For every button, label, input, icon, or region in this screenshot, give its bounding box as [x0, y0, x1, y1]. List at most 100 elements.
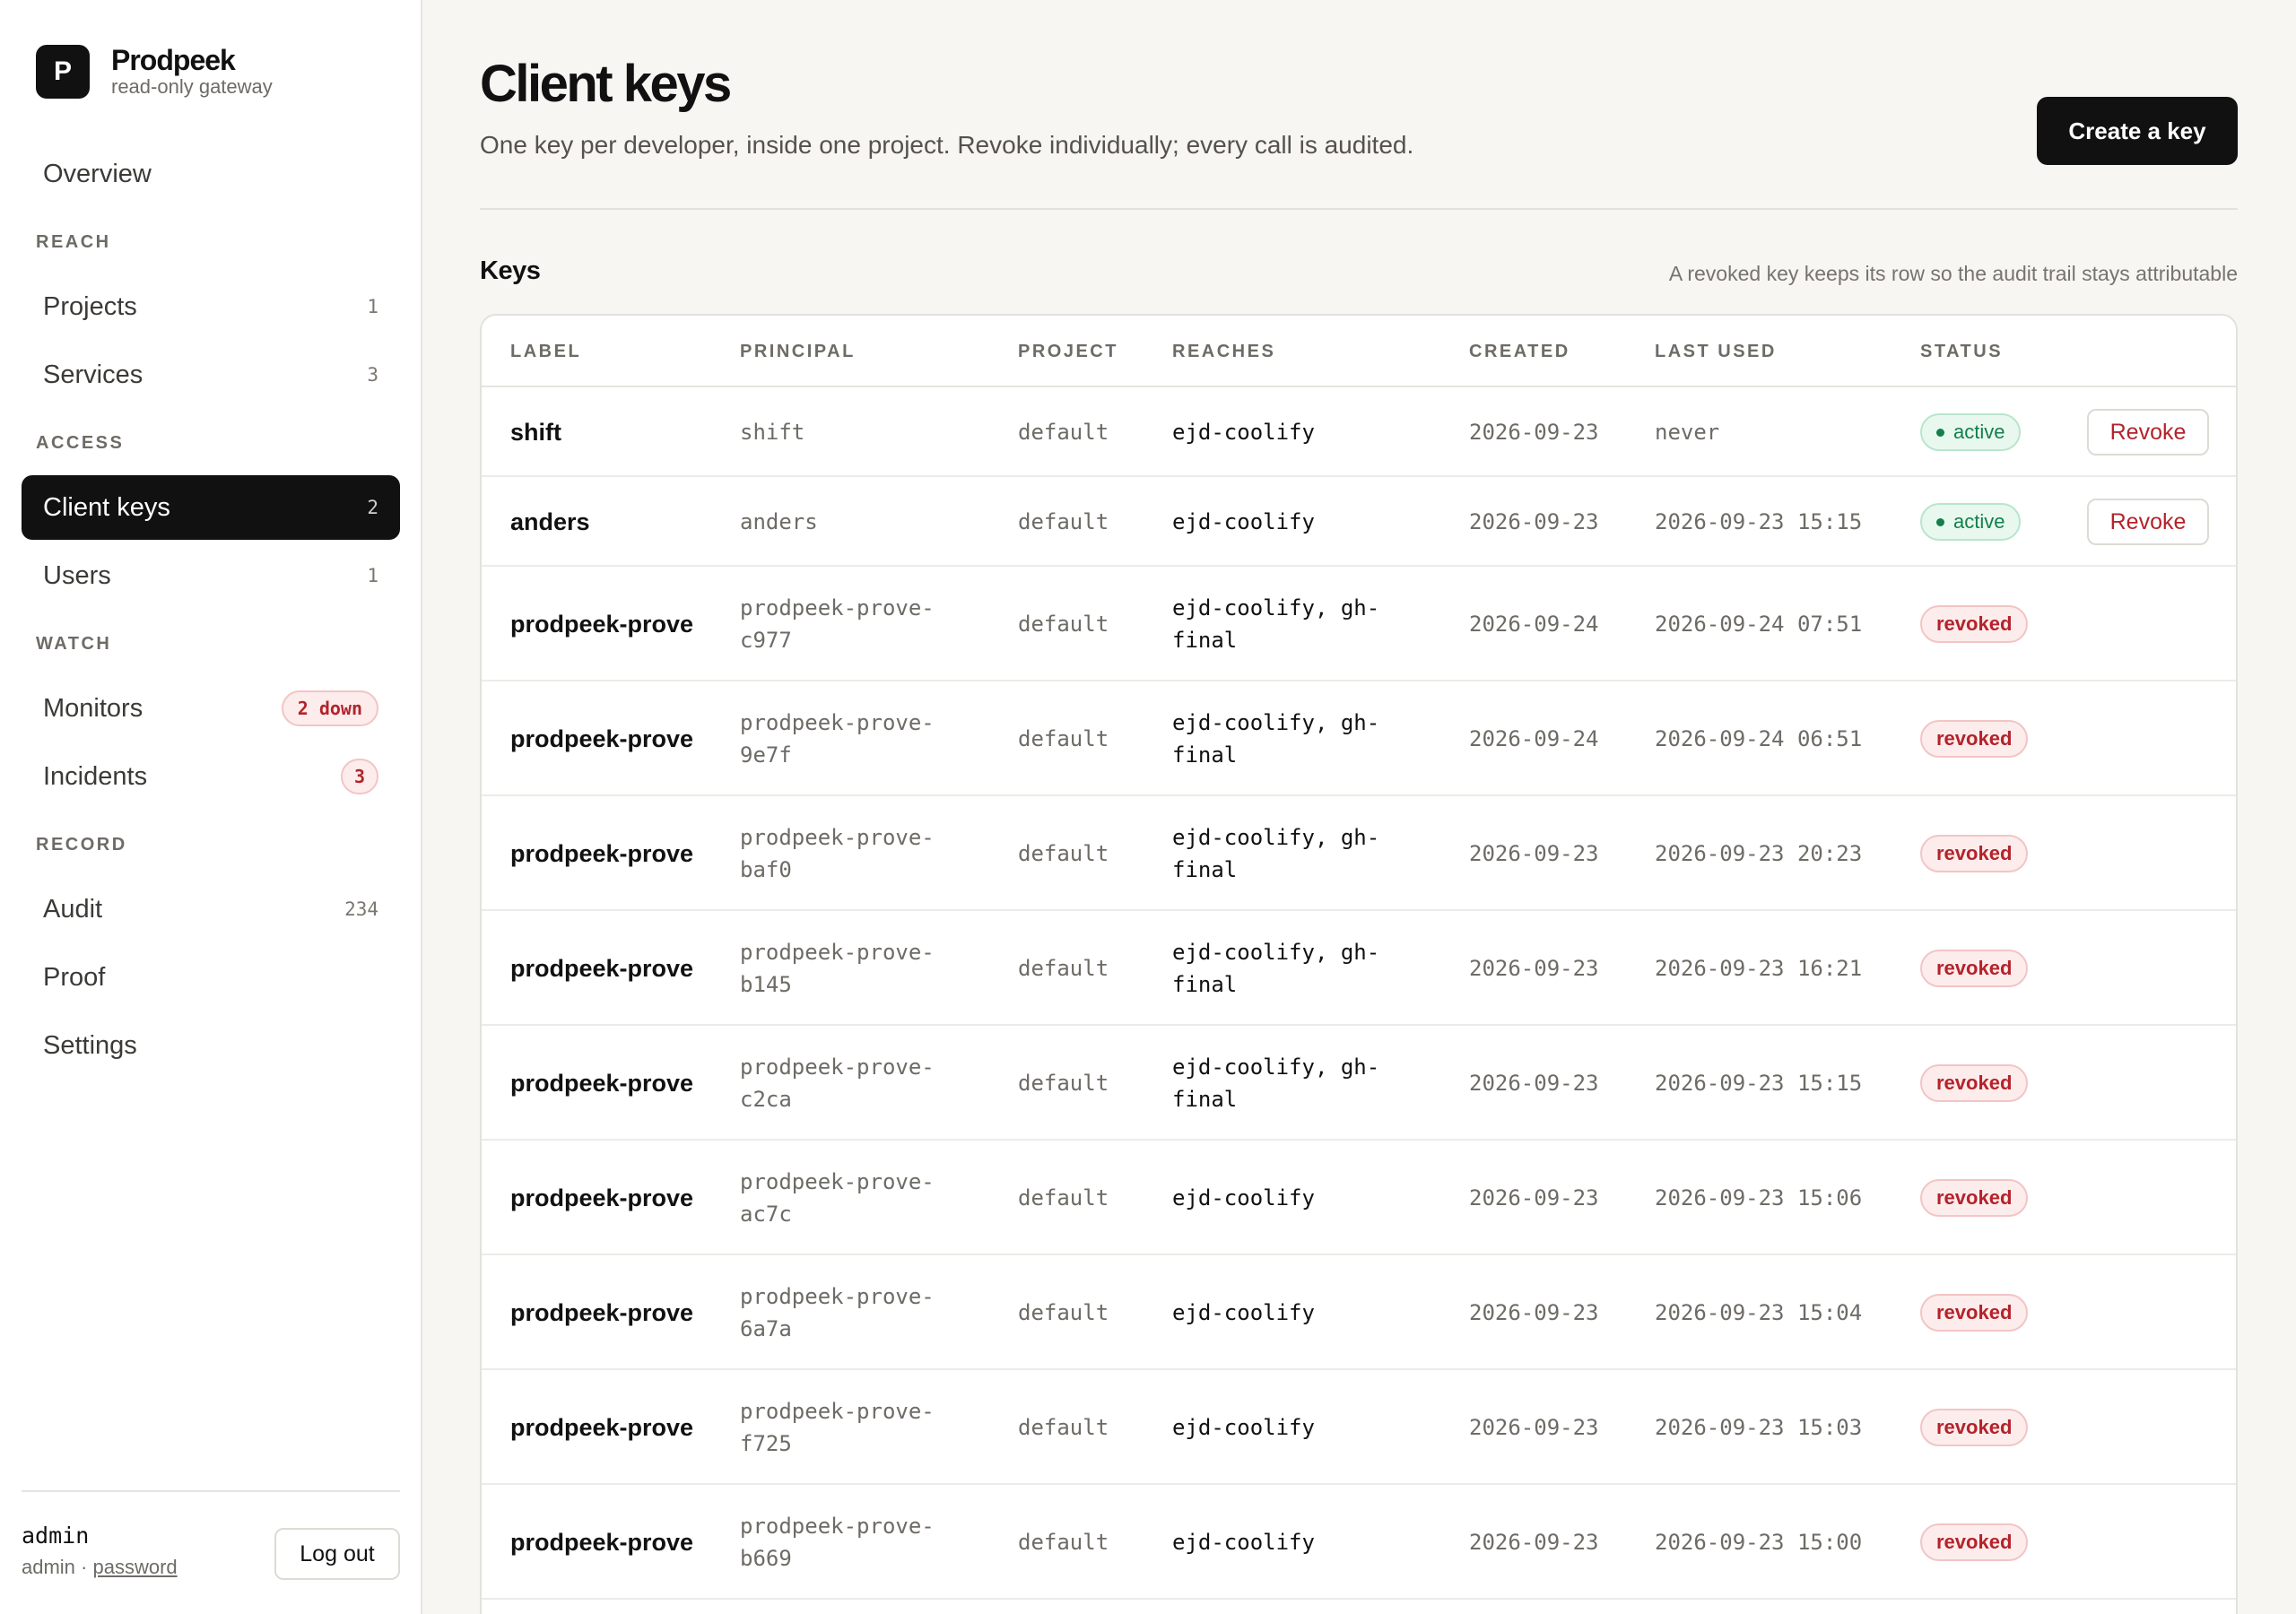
- table-row: prodpeek-prove prodpeek-prove-9e7f default…: [482, 681, 2236, 796]
- keys-section-note: A revoked key keeps its row so the audit…: [1668, 262, 2238, 285]
- nav-section-reach: REACH: [36, 231, 111, 252]
- key-project: default: [1018, 911, 1109, 1026]
- column-header-status: STATUS: [1920, 341, 2004, 361]
- key-label: prodpeek-prove: [510, 1141, 708, 1255]
- key-reaches-text: ejd-coolify: [1172, 1300, 1315, 1325]
- create-key-button[interactable]: Create a key: [2037, 97, 2238, 165]
- key-created: 2026-09-23: [1469, 477, 1599, 567]
- brand-subtitle: read-only gateway: [111, 75, 273, 98]
- key-principal-text: prodpeek-prove-c2ca: [740, 1054, 935, 1112]
- key-reaches: ejd-coolify: [1172, 1485, 1423, 1600]
- key-principal-text: prodpeek-prove-b669: [740, 1514, 935, 1571]
- key-last-used-text: 2026-09-23 15:15: [1655, 509, 1863, 534]
- key-created-text: 2026-09-23: [1469, 841, 1599, 866]
- sidebar-item-settings[interactable]: Settings: [22, 1013, 400, 1078]
- key-reaches-text: ejd-coolify: [1172, 420, 1315, 445]
- key-status: active: [1920, 477, 2022, 567]
- key-principal-text: prodpeek-prove-ac7c: [740, 1169, 935, 1227]
- sidebar-item-services[interactable]: Services 3: [22, 343, 400, 407]
- key-principal: prodpeek-prove-baf0: [740, 796, 964, 911]
- table-row: anders anders default ejd-coolify 2026-09-23…: [482, 477, 2236, 567]
- key-label-text: prodpeek-prove: [510, 954, 694, 982]
- key-reaches: ejd-coolify: [1172, 477, 1423, 567]
- footer-separator: ·: [81, 1556, 88, 1578]
- key-last-used-text: 2026-09-23 15:06: [1655, 1185, 1863, 1210]
- key-created-text: 2026-09-24: [1469, 612, 1599, 637]
- column-header-principal: PRINCIPAL: [740, 341, 856, 361]
- key-created: 2026-09-23: [1469, 796, 1599, 911]
- column-header-last-used: LAST USED: [1655, 341, 1777, 361]
- key-reaches: ejd-coolify: [1172, 1255, 1423, 1370]
- key-action: Revoke: [2087, 387, 2209, 477]
- sidebar-item-audit[interactable]: Audit 234: [22, 877, 400, 941]
- key-label: shift: [510, 387, 708, 477]
- key-project-text: default: [1018, 726, 1109, 751]
- status-badge-active: active: [1920, 413, 2022, 451]
- key-project-text: default: [1018, 1071, 1109, 1096]
- key-status: revoked: [1920, 1370, 2029, 1485]
- key-label-text: prodpeek-prove: [510, 1298, 694, 1326]
- sidebar-item-count: 3: [367, 364, 378, 386]
- revoke-button[interactable]: Revoke: [2087, 499, 2209, 545]
- key-label: prodpeek-prove: [510, 1370, 708, 1485]
- key-principal-text: shift: [740, 420, 805, 445]
- key-status: revoked: [1920, 681, 2029, 796]
- key-label: prodpeek-prove: [510, 1485, 708, 1600]
- key-project-text: default: [1018, 956, 1109, 981]
- key-project-text: default: [1018, 509, 1109, 534]
- sidebar-item-proof[interactable]: Proof: [22, 945, 400, 1010]
- key-last-used-text: 2026-09-23 15:00: [1655, 1530, 1863, 1555]
- status-badge-active: active: [1920, 503, 2022, 541]
- sidebar-item-overview[interactable]: Overview: [22, 142, 400, 206]
- key-last-used-text: 2026-09-24 07:51: [1655, 612, 1863, 637]
- sidebar-item-label: Users: [43, 560, 111, 590]
- key-label: anders: [510, 477, 708, 567]
- key-principal-text: prodpeek-prove-9e7f: [740, 710, 935, 768]
- sidebar-item-count: 1: [367, 565, 378, 586]
- sidebar: P Prodpeek read-only gateway Overview RE…: [0, 0, 422, 1614]
- table-row: prodpeek-prove prodpeek-prove-6a7a default…: [482, 1255, 2236, 1370]
- key-label-text: prodpeek-prove: [510, 1413, 694, 1441]
- sidebar-item-client-keys[interactable]: Client keys 2: [22, 475, 400, 540]
- key-project-text: default: [1018, 1415, 1109, 1440]
- key-reaches-text: ejd-coolify, gh-final: [1172, 1054, 1380, 1112]
- sidebar-item-label: Client keys: [43, 492, 170, 522]
- key-principal-text: prodpeek-prove-c977: [740, 595, 935, 653]
- brand[interactable]: P Prodpeek read-only gateway: [36, 45, 273, 99]
- key-principal: anders: [740, 477, 964, 567]
- sidebar-item-count: 234: [344, 898, 378, 920]
- brand-logo-icon: P: [36, 45, 90, 99]
- sidebar-item-users[interactable]: Users 1: [22, 543, 400, 608]
- key-reaches: ejd-coolify, gh-final: [1172, 911, 1423, 1026]
- status-badge-revoked: revoked: [1920, 950, 2029, 987]
- key-label: prodpeek-prove: [510, 681, 708, 796]
- key-last-used: 2026-09-23 15:00: [1655, 1485, 1862, 1600]
- revoke-button[interactable]: Revoke: [2087, 409, 2209, 456]
- key-created-text: 2026-09-23: [1469, 1530, 1599, 1555]
- sidebar-item-monitors[interactable]: Monitors 2 down: [22, 676, 400, 741]
- key-last-used-text: 2026-09-23 15:03: [1655, 1415, 1863, 1440]
- sidebar-item-label: Audit: [43, 894, 103, 924]
- status-badge-text: active: [1953, 510, 2005, 533]
- sidebar-item-projects[interactable]: Projects 1: [22, 274, 400, 339]
- key-project-text: default: [1018, 1185, 1109, 1210]
- key-label: prodpeek-prove: [510, 796, 708, 911]
- key-principal: shift: [740, 387, 964, 477]
- logout-button[interactable]: Log out: [274, 1528, 400, 1580]
- password-link[interactable]: password: [93, 1556, 178, 1578]
- status-badge-text: active: [1953, 421, 2005, 443]
- table-row: prodpeek-prove prodpeek-prove-baf0 default…: [482, 796, 2236, 911]
- key-last-used: 2026-09-23 15:03: [1655, 1370, 1862, 1485]
- sidebar-item-incidents[interactable]: Incidents 3: [22, 744, 400, 809]
- key-principal: prodpeek-prove-c977: [740, 567, 964, 681]
- key-principal-text: anders: [740, 509, 818, 534]
- status-badge-revoked: revoked: [1920, 835, 2029, 872]
- key-principal: prodpeek-prove-b145: [740, 911, 964, 1026]
- status-badge-revoked: revoked: [1920, 1523, 2029, 1561]
- page-title: Client keys: [480, 55, 732, 113]
- nav-section-access: ACCESS: [36, 432, 125, 453]
- key-label: prodpeek-prove: [510, 911, 708, 1026]
- key-label-text: shift: [510, 418, 561, 446]
- table-row: prodpeek-prove prodpeek-prove-f725 default…: [482, 1370, 2236, 1485]
- key-last-used: 2026-09-23 15:04: [1655, 1255, 1862, 1370]
